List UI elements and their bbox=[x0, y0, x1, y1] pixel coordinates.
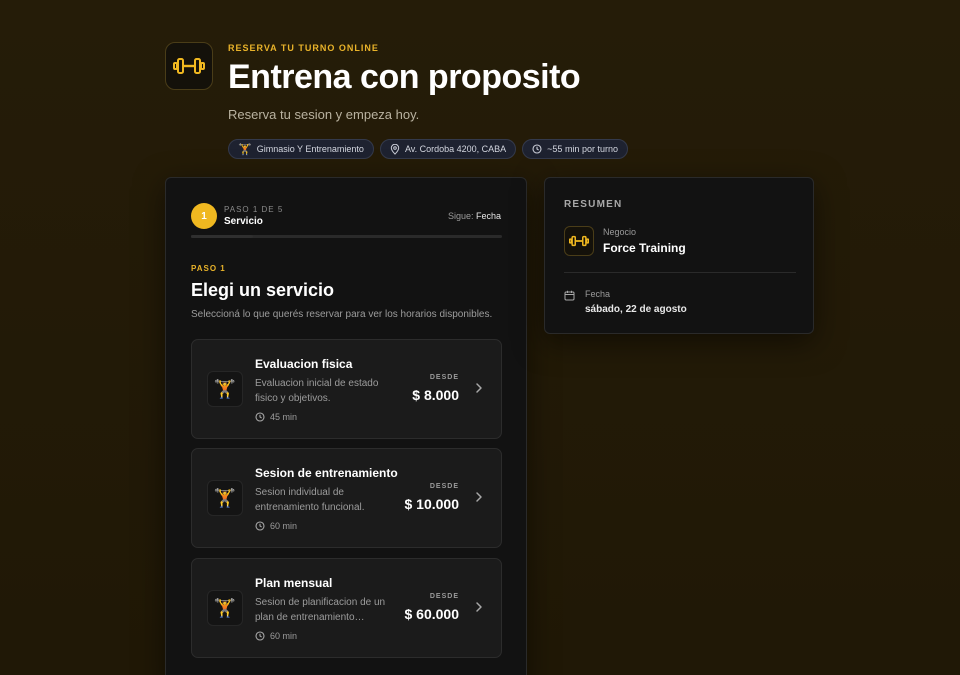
step-progress-bar bbox=[191, 235, 502, 238]
business-name: Force Training bbox=[603, 241, 686, 255]
info-chips: 🏋 Gimnasio Y Entrenamiento Av. Cordoba 4… bbox=[228, 139, 628, 159]
chip-address: Av. Cordoba 4200, CABA bbox=[379, 139, 517, 159]
service-price: $ 60.000 bbox=[404, 606, 460, 622]
service-duration: 60 min bbox=[255, 521, 297, 531]
section-step-label: PASO 1 bbox=[191, 264, 226, 273]
service-duration-label: 60 min bbox=[270, 631, 298, 641]
chip-duration: ~55 min por turno bbox=[522, 139, 628, 159]
step-progress-fill bbox=[191, 235, 254, 238]
summary-card: RESUMEN Negocio Force Training Fecha sáb… bbox=[544, 177, 814, 334]
chip-duration-label: ~55 min por turno bbox=[547, 144, 618, 154]
service-name: Evaluacion fisica bbox=[255, 357, 353, 371]
business-label: Negocio bbox=[603, 227, 637, 237]
next-step: Sigue: Fecha bbox=[448, 211, 501, 221]
service-duration-label: 60 min bbox=[270, 521, 298, 531]
service-name: Plan mensual bbox=[255, 576, 333, 590]
section-description: Seleccioná lo que querés reservar para v… bbox=[191, 309, 493, 320]
weightlifter-icon: 🏋 bbox=[207, 590, 243, 626]
page-subtitle: Reserva tu sesion y empeza hoy. bbox=[228, 107, 420, 122]
clock-icon bbox=[255, 631, 265, 641]
service-name: Sesion de entrenamiento bbox=[255, 466, 398, 480]
service-duration: 60 min bbox=[255, 631, 297, 641]
section-title: Elegi un servicio bbox=[191, 280, 335, 300]
service-description: Sesion de planificacion de un plan de en… bbox=[255, 597, 386, 623]
page-eyebrow: RESERVA TU TURNO ONLINE bbox=[228, 43, 379, 53]
booking-card: 1 PASO 1 DE 5 Servicio Sigue: Fecha PASO… bbox=[165, 177, 527, 675]
business-logo bbox=[564, 226, 594, 256]
date-label: Fecha bbox=[585, 289, 611, 299]
service-price: $ 10.000 bbox=[404, 496, 460, 512]
step-counter: PASO 1 DE 5 bbox=[224, 205, 284, 214]
date-value: sábado, 22 de agosto bbox=[585, 304, 687, 315]
service-description: Sesion individual de entrenamiento funci… bbox=[255, 487, 365, 513]
chevron-right-icon bbox=[476, 602, 482, 612]
clock-icon bbox=[255, 412, 265, 422]
step-name: Servicio bbox=[224, 216, 263, 227]
clock-icon bbox=[255, 521, 265, 531]
dumbbell-icon bbox=[173, 58, 205, 74]
service-card-plan[interactable]: 🏋 Plan mensual Sesion de planificacion d… bbox=[191, 558, 502, 658]
weightlifter-icon: 🏋 bbox=[207, 371, 243, 407]
calendar-icon bbox=[564, 290, 575, 301]
service-price: $ 8.000 bbox=[412, 387, 459, 403]
clock-icon bbox=[532, 144, 542, 154]
service-description: Evaluacion inicial de estado fisico y ob… bbox=[255, 378, 379, 404]
weightlifter-icon: 🏋 bbox=[207, 480, 243, 516]
weightlifter-icon: 🏋 bbox=[238, 143, 252, 156]
next-step-name: Fecha bbox=[475, 211, 501, 221]
chevron-right-icon bbox=[476, 492, 482, 502]
chip-address-label: Av. Cordoba 4200, CABA bbox=[404, 144, 507, 154]
next-step-prefix: Sigue: bbox=[447, 211, 474, 221]
brand-logo bbox=[165, 42, 213, 90]
step-number: 1 bbox=[191, 203, 217, 229]
chevron-right-icon bbox=[476, 383, 482, 393]
service-card-sesion[interactable]: 🏋 Sesion de entrenamiento Sesion individ… bbox=[191, 448, 502, 548]
price-from-label: DESDE bbox=[429, 374, 459, 381]
chip-category-label: Gimnasio Y Entrenamiento bbox=[256, 144, 364, 154]
service-card-evaluacion[interactable]: 🏋 Evaluacion fisica Evaluacion inicial d… bbox=[191, 339, 502, 439]
price-from-label: DESDE bbox=[429, 593, 459, 600]
page-title: Entrena con proposito bbox=[228, 58, 581, 96]
service-duration-label: 45 min bbox=[270, 412, 298, 422]
summary-divider bbox=[564, 272, 796, 273]
chip-category: 🏋 Gimnasio Y Entrenamiento bbox=[228, 139, 374, 159]
dumbbell-icon bbox=[569, 235, 589, 247]
summary-title: RESUMEN bbox=[564, 199, 623, 210]
service-duration: 45 min bbox=[255, 412, 297, 422]
location-pin-icon bbox=[390, 143, 400, 155]
price-from-label: DESDE bbox=[429, 483, 459, 490]
